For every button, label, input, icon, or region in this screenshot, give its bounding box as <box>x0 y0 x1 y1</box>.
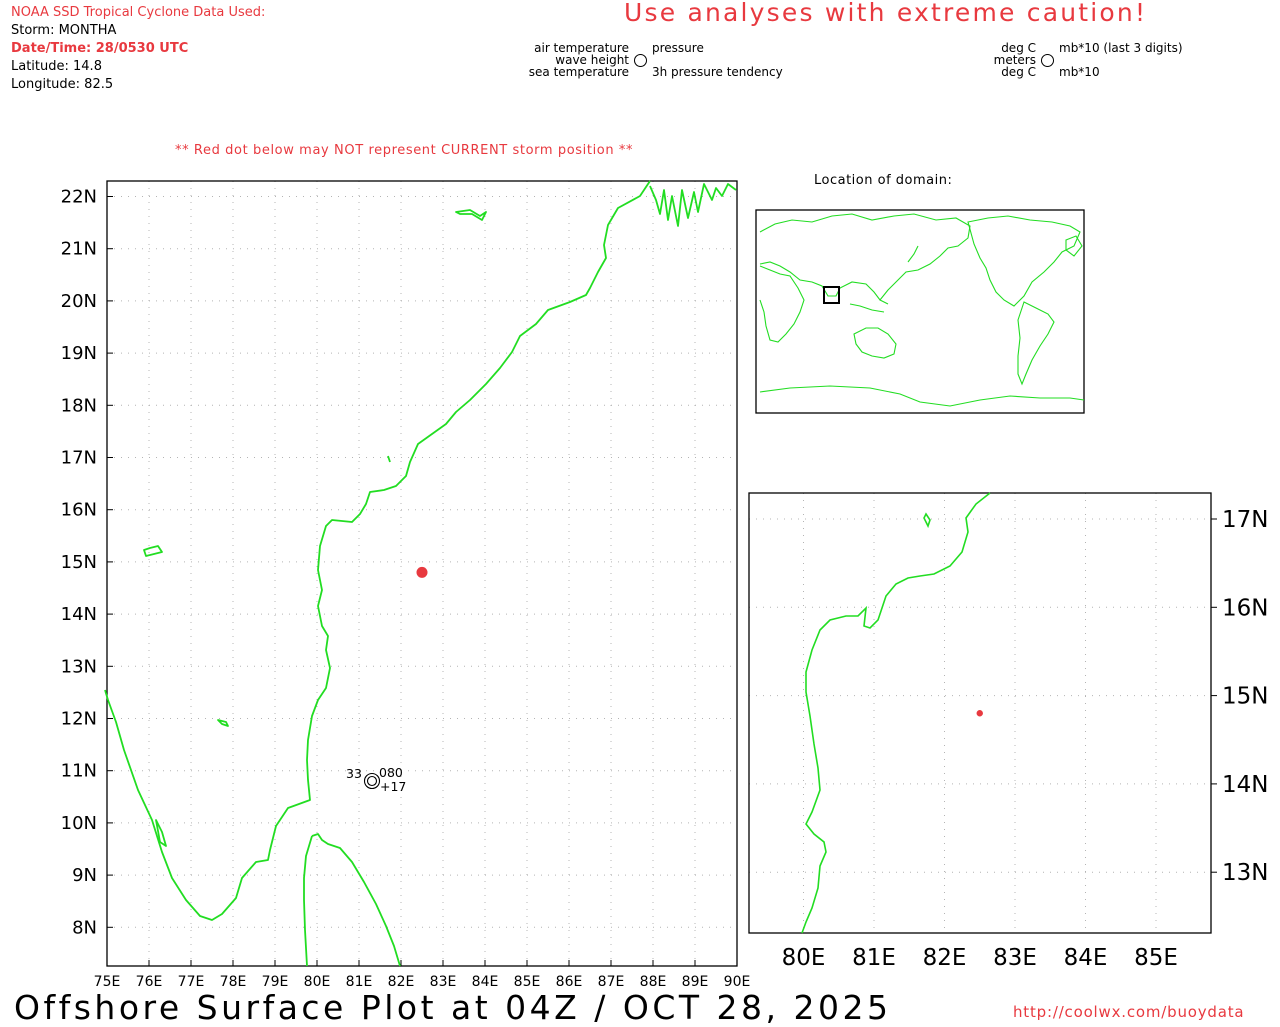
station-core-icon <box>366 775 378 787</box>
zoom-lat-label: 17N <box>1222 507 1268 533</box>
zoom-lon-label: 83E <box>993 945 1037 971</box>
zoom-lat-label: 15N <box>1222 684 1268 710</box>
world-inset-map <box>755 209 1085 414</box>
main-lat-label: 13N <box>61 656 97 677</box>
zoom-map-coastline <box>801 492 991 934</box>
main-map: 22N 21N 20N 19N 18N 17N 16N 15N 14N 13N 12N 11N 10N 9… <box>61 180 1268 990</box>
zoom-lat-label: 13N <box>1222 860 1268 886</box>
main-lat-label: 8N <box>72 917 97 938</box>
main-lat-label: 19N <box>61 343 97 364</box>
zoom-lat-label: 16N <box>1222 595 1268 621</box>
india-east-coastline <box>104 180 651 921</box>
zoom-lon-label: 81E <box>852 945 896 971</box>
main-lat-label: 20N <box>61 291 97 312</box>
main-map-lat-labels: 22N 21N 20N 19N 18N 17N 16N 15N 14N 13N 12N 11N 10N 9… <box>61 187 97 939</box>
main-lat-label: 14N <box>61 604 97 625</box>
zoom-lon-label: 82E <box>923 945 967 971</box>
main-lat-label: 18N <box>61 395 97 416</box>
main-lat-label: 9N <box>72 865 97 886</box>
zoom-lat-label: 14N <box>1222 772 1268 798</box>
zoom-island <box>923 512 931 529</box>
storm-position-marker <box>416 566 428 578</box>
station-tendency: +17 <box>380 779 406 794</box>
bangladesh-delta-coastline <box>649 183 737 227</box>
zoom-map: 17N 16N 15N 14N 13N 80E 81E 82E 83E 84E 85E <box>748 492 1268 971</box>
station-ring-icon <box>363 772 381 790</box>
main-lat-label: 22N <box>61 187 97 208</box>
source-url-link[interactable]: http://coolwx.com/buoydata <box>1013 1003 1244 1021</box>
zoom-lon-label: 80E <box>782 945 826 971</box>
station-observation: 33 080 +17 <box>346 765 406 794</box>
zoom-india-coastline <box>801 492 991 934</box>
zoom-map-lon-labels: 80E 81E 82E 83E 84E 85E <box>782 945 1178 971</box>
island-west <box>143 545 163 557</box>
main-lat-label: 16N <box>61 500 97 521</box>
island-small <box>217 719 229 727</box>
main-lat-label: 21N <box>61 239 97 260</box>
main-lat-label: 17N <box>61 448 97 469</box>
zoom-lon-label: 85E <box>1134 945 1178 971</box>
island-tiny <box>387 455 391 463</box>
sri-lanka-coastline <box>303 833 401 967</box>
plot-title: Offshore Surface Plot at 04Z / OCT 28, 2… <box>14 988 892 1027</box>
world-inset-frame <box>755 209 1085 414</box>
zoom-lon-label: 84E <box>1064 945 1108 971</box>
island-gulf <box>155 819 167 847</box>
station-air-temperature: 33 <box>346 766 362 781</box>
station-pressure: 080 <box>379 765 403 780</box>
zoom-map-lat-labels: 17N 16N 15N 14N 13N <box>1222 507 1268 886</box>
main-lat-label: 11N <box>61 761 97 782</box>
island-north <box>455 209 487 221</box>
main-lat-label: 10N <box>61 813 97 834</box>
main-lat-label: 12N <box>61 709 97 730</box>
main-lat-label: 15N <box>61 552 97 573</box>
zoom-storm-position-marker <box>976 710 983 717</box>
